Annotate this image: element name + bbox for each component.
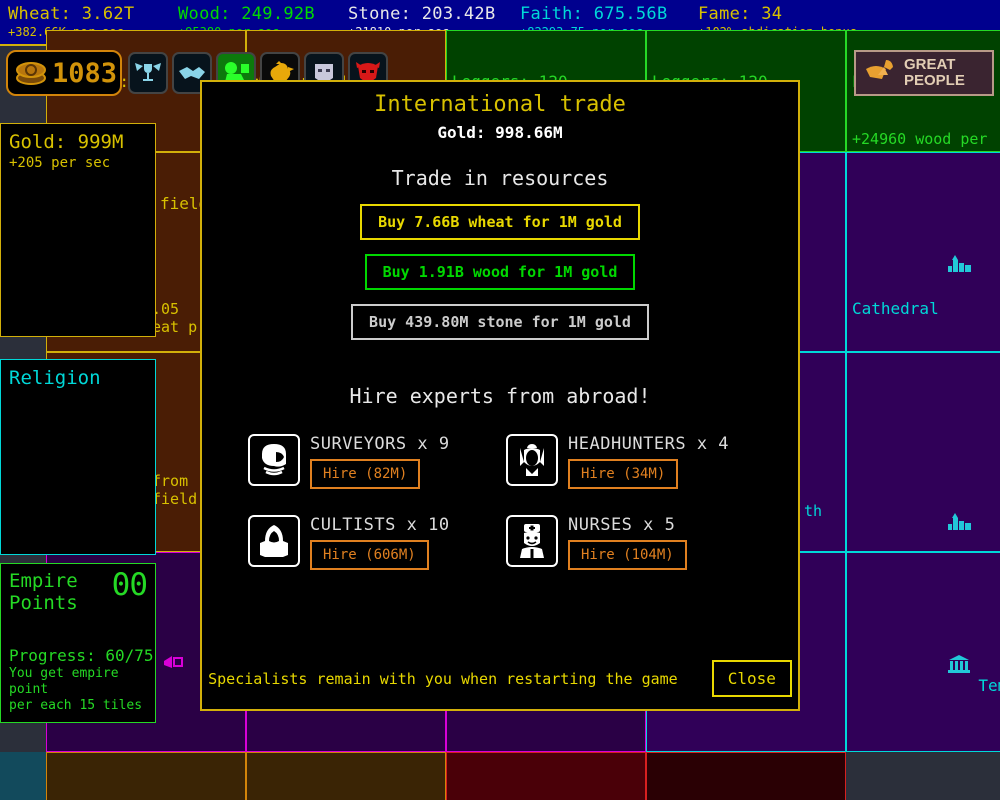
- close-button[interactable]: Close: [711, 660, 792, 697]
- empire-points-progress-block: Progress: 60/75 You get empire point per…: [9, 646, 155, 714]
- coin-counter[interactable]: 1083: [6, 50, 122, 96]
- buy-stone-button[interactable]: Buy 439.80M stone for 1M gold: [351, 304, 649, 340]
- dialog-title: International trade: [374, 92, 626, 117]
- dialog-gold-amount: Gold: 998.66M: [437, 123, 563, 142]
- buy-wheat-button[interactable]: Buy 7.66B wheat for 1M gold: [360, 204, 640, 240]
- pharaoh-head-icon: [248, 434, 300, 486]
- tile-empty: [846, 752, 1000, 800]
- great-people-label-line2: PEOPLE: [904, 72, 965, 89]
- gold-panel-title: Gold: 999M: [9, 131, 124, 153]
- cathedral-icon: [852, 234, 976, 299]
- trade-section-heading: Trade in resources: [391, 166, 609, 190]
- resource-fame-name: Fame: 34: [698, 4, 783, 24]
- expert-cultists-info: CULTISTS x 10 Hire (606M): [310, 515, 450, 570]
- tile-name: Cathedral: [852, 452, 1000, 551]
- tile-body: th: [804, 502, 823, 520]
- expert-nurses: NURSES x 5 Hire (104M): [506, 515, 752, 570]
- tile-cathedral-2[interactable]: Cathedral Bishops: 20 +20 faith per each…: [846, 352, 1000, 552]
- coin-stack-icon: [14, 56, 48, 90]
- tile-name-text: Temple: [978, 676, 1000, 695]
- tile-temple[interactable]: Temple Monks: 81 +29625.75 fait per sec: [846, 552, 1000, 752]
- resource-wood-name: Wood: 249.92B: [178, 4, 315, 24]
- temple-icon: [852, 634, 974, 699]
- religion-panel-title: Religion: [9, 367, 101, 389]
- tile-name-text: Cathedral: [852, 299, 939, 318]
- resource-stone-name: Stone: 203.42B: [348, 4, 496, 24]
- expert-surveyors-info: SURVEYORS x 9 Hire (82M): [310, 434, 450, 489]
- empire-points-header: Empire Points 00: [9, 567, 148, 615]
- great-people-label-line1: GREAT: [904, 56, 956, 73]
- tile-shipyard-2[interactable]: Shipyard: [246, 752, 446, 800]
- tile-water: [0, 752, 46, 800]
- great-people-label: GREAT PEOPLE: [904, 57, 965, 89]
- resource-faith-name: Faith: 675.56B: [520, 4, 668, 24]
- resource-wheat-name: Wheat: 3.62T: [8, 4, 135, 24]
- tile-battle[interactable]: Battle for tile P: 5577/10200: [646, 752, 846, 800]
- dialog-footer-note: Specialists remain with you when restart…: [208, 669, 678, 688]
- tile-body: +24960 wood per sec: [852, 130, 988, 151]
- expert-name: CULTISTS x 10: [310, 515, 450, 535]
- tribal-woman-icon: [506, 434, 558, 486]
- expert-name: NURSES x 5: [568, 515, 676, 535]
- experts-section-heading: Hire experts from abroad!: [349, 384, 651, 408]
- gold-panel-rate: +205 per sec: [9, 155, 111, 171]
- pegasus-icon: [862, 55, 898, 91]
- empire-points-value: 00: [111, 567, 148, 603]
- tile-cathedral-1[interactable]: Cathedral Bishops: 33 +33 faith per each…: [846, 152, 1000, 352]
- winged-grail-icon[interactable]: [128, 52, 168, 94]
- great-people-button[interactable]: GREAT PEOPLE: [854, 50, 994, 96]
- gold-panel: Gold: 999M +205 per sec: [0, 123, 156, 337]
- expert-nurses-info: NURSES x 5 Hire (104M): [568, 515, 687, 570]
- expert-name: HEADHUNTERS x 4: [568, 434, 730, 454]
- international-trade-dialog: International trade Gold: 998.66M Trade …: [200, 80, 800, 711]
- nurse-icon: [506, 515, 558, 567]
- empire-points-hint-2: per each 15 tiles: [9, 698, 143, 713]
- empire-points-label: Empire Points: [9, 570, 78, 614]
- tile-name: Cathedral: [852, 194, 1000, 339]
- hire-nurses-button[interactable]: Hire (104M): [568, 540, 687, 570]
- tile-hero-academy[interactable]: Hero academy: [446, 752, 646, 800]
- empire-points-label-line2: Points: [9, 592, 78, 614]
- religion-panel: Religion: [0, 359, 156, 555]
- cathedral-icon: [852, 492, 976, 551]
- expert-surveyors: SURVEYORS x 9 Hire (82M): [248, 434, 494, 489]
- expert-cultists: CULTISTS x 10 Hire (606M): [248, 515, 494, 570]
- experts-grid: SURVEYORS x 9 Hire (82M) HEADHUNTERS x 4…: [202, 434, 798, 570]
- coin-count: 1083: [52, 57, 118, 89]
- tile-shipyard-1[interactable]: Shipyard: [46, 752, 246, 800]
- buy-wood-button[interactable]: Buy 1.91B wood for 1M gold: [364, 254, 636, 290]
- empire-points-label-line1: Empire: [9, 570, 78, 592]
- expert-headhunters-info: HEADHUNTERS x 4 Hire (34M): [568, 434, 729, 489]
- expert-headhunters: HEADHUNTERS x 4 Hire (34M): [506, 434, 752, 489]
- hire-headhunters-button[interactable]: Hire (34M): [568, 459, 679, 489]
- empire-points-hint-1: You get empire point: [9, 666, 119, 697]
- hire-surveyors-button[interactable]: Hire (82M): [310, 459, 421, 489]
- hooded-cultist-icon: [248, 515, 300, 567]
- hire-cultists-button[interactable]: Hire (606M): [310, 540, 429, 570]
- dialog-footer: Specialists remain with you when restart…: [202, 660, 798, 697]
- empire-points-progress: Progress: 60/75: [9, 646, 154, 665]
- empire-points-panel: Empire Points 00 Progress: 60/75 You get…: [0, 563, 156, 723]
- tile-name: Temple: [852, 594, 1000, 719]
- expert-name: SURVEYORS x 9: [310, 434, 450, 454]
